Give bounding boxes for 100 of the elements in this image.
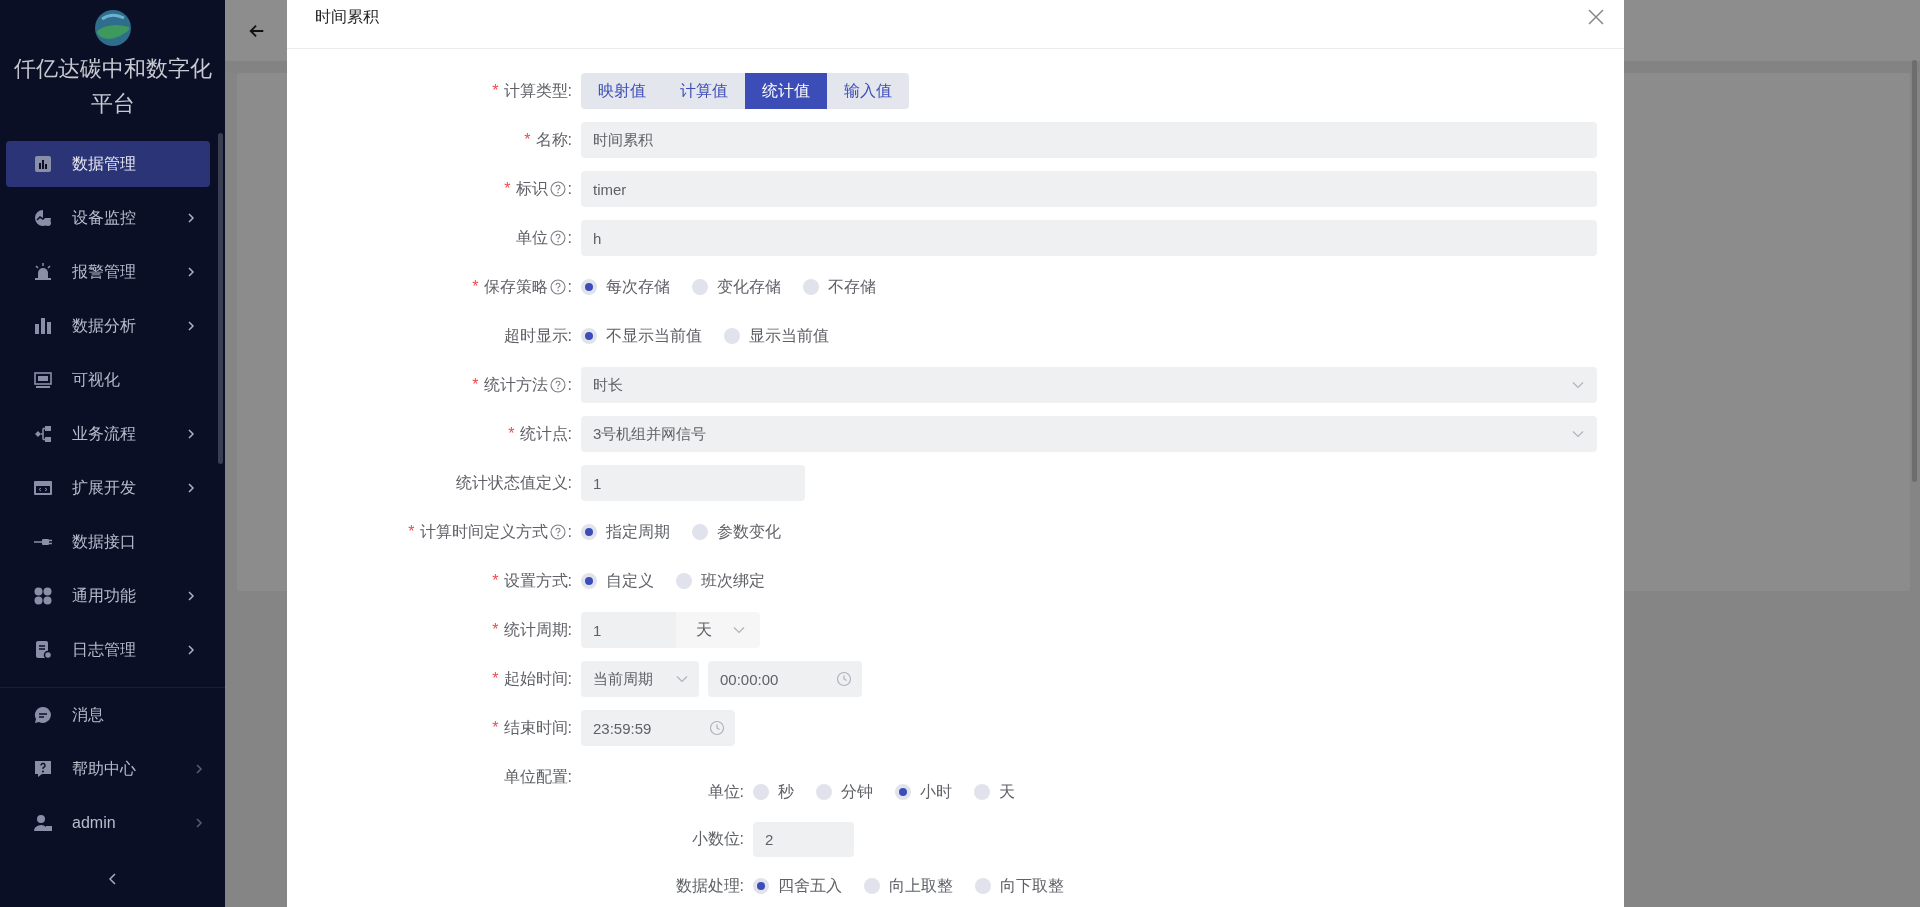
- radio-option[interactable]: 天: [974, 781, 1015, 803]
- radio-button[interactable]: [975, 878, 991, 894]
- radio-button[interactable]: [676, 573, 692, 589]
- field-label: 单位配置:: [503, 766, 572, 787]
- radio-button[interactable]: [974, 784, 990, 800]
- radio-option[interactable]: 不显示当前值: [581, 325, 702, 347]
- collapse-icon[interactable]: [106, 872, 119, 886]
- bar-chart-icon: [33, 316, 53, 336]
- field-label: 保存策略: [483, 276, 548, 297]
- menu-item[interactable]: 通用功能: [6, 573, 210, 619]
- scrollbar[interactable]: [1912, 60, 1917, 482]
- document-gear-icon: [33, 640, 53, 660]
- time-field[interactable]: 23:59:59: [581, 710, 735, 746]
- menu-item[interactable]: 数据分析: [6, 303, 210, 349]
- segment-tab[interactable]: 映射值: [581, 73, 663, 109]
- field-label: 数据处理:: [675, 875, 744, 896]
- segment-tab[interactable]: 计算值: [663, 73, 745, 109]
- menu-item[interactable]: 报警管理: [6, 249, 210, 295]
- required-mark: *: [472, 278, 479, 296]
- menu-item[interactable]: 数据接口: [6, 519, 210, 565]
- segment-tab[interactable]: 统计值: [745, 73, 827, 109]
- required-mark: *: [492, 670, 499, 688]
- text-field[interactable]: 1: [581, 465, 805, 501]
- required-mark: *: [492, 719, 499, 737]
- radio-option[interactable]: 不存储: [803, 276, 876, 298]
- menu-item[interactable]: 业务流程: [6, 411, 210, 457]
- monitor-icon: [33, 370, 53, 390]
- radio-button[interactable]: [816, 784, 832, 800]
- help-icon[interactable]: [549, 230, 566, 246]
- required-mark: *: [472, 376, 479, 394]
- radio-button[interactable]: [581, 524, 597, 540]
- radio-button[interactable]: [753, 784, 769, 800]
- scrollbar[interactable]: [218, 133, 223, 464]
- radio-option[interactable]: 向下取整: [975, 875, 1064, 897]
- help-icon[interactable]: [549, 524, 566, 540]
- field-label: 统计方法: [483, 374, 548, 395]
- required-mark: *: [508, 425, 515, 443]
- radio-button[interactable]: [803, 279, 819, 295]
- user-icon: [33, 813, 53, 833]
- radio-button[interactable]: [581, 328, 597, 344]
- radio-option[interactable]: 向上取整: [864, 875, 953, 897]
- code-window-icon: [33, 478, 53, 498]
- menu-item[interactable]: 数据管理: [6, 141, 210, 187]
- alarm-light-icon: [33, 262, 53, 282]
- menu-item[interactable]: 日志管理: [6, 627, 210, 673]
- time-field[interactable]: 00:00:00: [708, 661, 862, 697]
- field-label: 名称:: [535, 129, 572, 150]
- number-field[interactable]: 1: [581, 612, 676, 648]
- text-field[interactable]: timer: [581, 171, 1597, 207]
- radio-option[interactable]: 指定周期: [581, 521, 670, 543]
- radio-button[interactable]: [692, 279, 708, 295]
- field-label: 单位:: [707, 781, 744, 802]
- radio-option[interactable]: 分钟: [816, 781, 873, 803]
- select-field[interactable]: 时长: [581, 367, 1597, 403]
- field-label: :: [567, 180, 572, 198]
- radio-option[interactable]: 四舍五入: [753, 875, 842, 897]
- radio-option[interactable]: 自定义: [581, 570, 654, 592]
- radio-option[interactable]: 每次存储: [581, 276, 670, 298]
- radio-option[interactable]: 显示当前值: [724, 325, 829, 347]
- field-label: :: [567, 229, 572, 247]
- text-field[interactable]: 2: [753, 821, 854, 857]
- field-label: 小数位:: [691, 828, 744, 849]
- close-icon[interactable]: [1588, 9, 1604, 25]
- unit-select[interactable]: 天: [676, 612, 760, 648]
- select-field[interactable]: 3号机组并网信号: [581, 416, 1597, 452]
- radio-button[interactable]: [753, 878, 769, 894]
- required-mark: *: [492, 82, 499, 100]
- radio-option[interactable]: 小时: [895, 781, 952, 803]
- menu-item[interactable]: 消息: [6, 692, 210, 738]
- menu-item[interactable]: admin: [6, 800, 210, 846]
- menu-item[interactable]: 扩展开发: [6, 465, 210, 511]
- radio-button[interactable]: [581, 573, 597, 589]
- radio-button[interactable]: [895, 784, 911, 800]
- radio-button[interactable]: [724, 328, 740, 344]
- field-label: 统计点:: [519, 423, 572, 444]
- radio-option[interactable]: 变化存储: [692, 276, 781, 298]
- radio-button[interactable]: [692, 524, 708, 540]
- field-label: 超时显示:: [503, 325, 572, 346]
- text-field[interactable]: 时间累积: [581, 122, 1597, 158]
- app-title: 仟亿达碳中和数字化平台: [12, 55, 213, 118]
- menu-item[interactable]: 帮助中心: [6, 746, 210, 792]
- radio-button[interactable]: [864, 878, 880, 894]
- radio-option[interactable]: 参数变化: [692, 521, 781, 543]
- radio-button[interactable]: [581, 279, 597, 295]
- help-icon[interactable]: [549, 279, 566, 295]
- menu-item[interactable]: 可视化: [6, 357, 210, 403]
- chat-bubble-icon: [33, 705, 53, 725]
- select-field[interactable]: 当前周期: [581, 661, 699, 697]
- help-icon[interactable]: [549, 181, 566, 197]
- radio-option[interactable]: 班次绑定: [676, 570, 765, 592]
- required-mark: *: [492, 621, 499, 639]
- segment-tab[interactable]: 输入值: [827, 73, 909, 109]
- menu-item[interactable]: 设备监控: [6, 195, 210, 241]
- clock-icon: [836, 671, 852, 687]
- help-icon[interactable]: [549, 377, 566, 393]
- bar-chart-icon: [33, 154, 53, 174]
- radio-option[interactable]: 秒: [753, 781, 794, 803]
- text-field[interactable]: h: [581, 220, 1597, 256]
- field-label: 计算时间定义方式: [419, 521, 548, 542]
- required-mark: *: [408, 523, 415, 541]
